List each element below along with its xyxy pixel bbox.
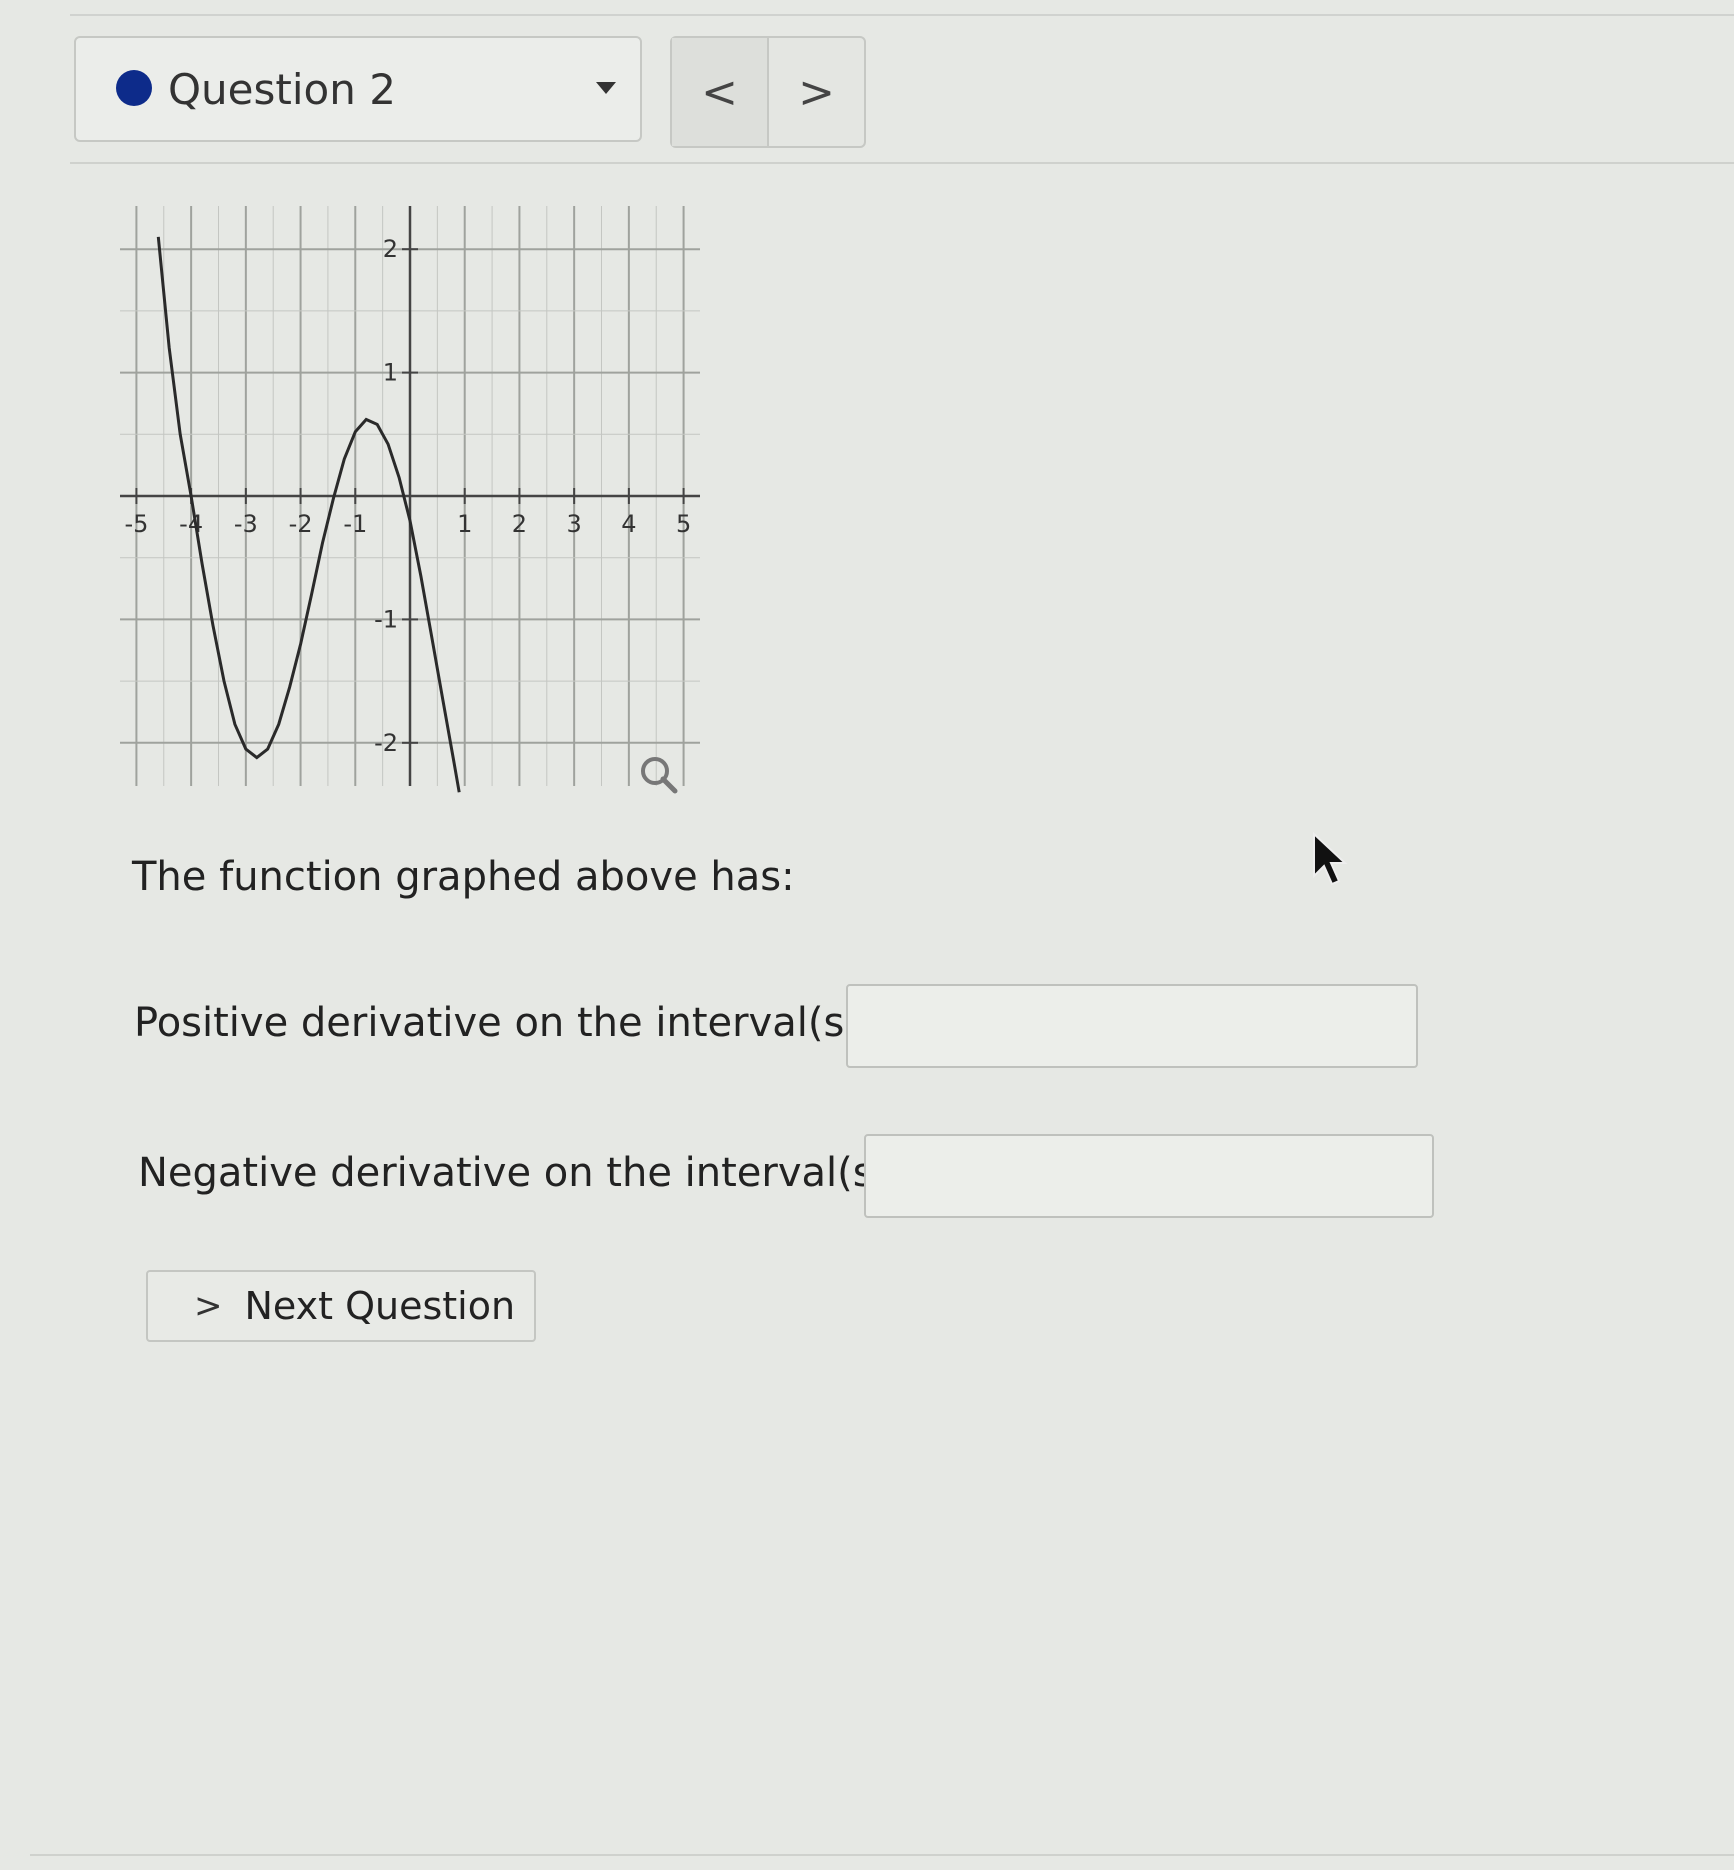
x-tick-label: -2: [289, 510, 313, 538]
function-graph: -5 -4 -3 -2 -1 1 2 3 4 5 2 1 -1 -2: [120, 206, 700, 794]
previous-question-button[interactable]: <: [672, 38, 769, 146]
x-tick-label: 3: [567, 510, 582, 538]
x-tick-label: -3: [234, 510, 258, 538]
y-tick-label: -1: [374, 605, 398, 633]
magnifier-icon[interactable]: [641, 757, 678, 794]
question-selector[interactable]: Question 2: [74, 36, 642, 142]
caret-down-icon: [596, 82, 616, 94]
next-question-label: Next Question: [244, 1284, 516, 1328]
x-tick-label: 4: [621, 510, 636, 538]
next-question-button[interactable]: > Next Question: [146, 1270, 536, 1342]
bottom-divider: [30, 1854, 1734, 1856]
y-tick-label: 1: [383, 359, 398, 387]
chevron-right-icon: >: [194, 1286, 223, 1326]
status-dot-icon: [116, 70, 152, 106]
x-tick-label: -5: [124, 510, 148, 538]
graph-axes: [120, 206, 700, 786]
x-tick-label: 1: [457, 510, 472, 538]
x-tick-label: 2: [512, 510, 527, 538]
positive-derivative-label: Positive derivative on the interval(s): [134, 1000, 860, 1046]
chevron-left-icon: <: [701, 66, 738, 118]
negative-derivative-label: Negative derivative on the interval(s): [138, 1150, 890, 1196]
mouse-pointer-icon: [1313, 832, 1348, 886]
question-prompt: The function graphed above has:: [132, 854, 795, 900]
x-tick-label: 5: [676, 510, 691, 538]
question-nav: < >: [670, 36, 866, 148]
next-arrow-button[interactable]: >: [769, 38, 864, 146]
question-label: Question 2: [168, 65, 396, 114]
chevron-right-icon: >: [798, 66, 835, 118]
x-tick-label: -1: [343, 510, 367, 538]
y-tick-label: -2: [374, 729, 398, 757]
negative-interval-input[interactable]: [864, 1134, 1434, 1218]
x-tick-label: -4: [179, 510, 203, 538]
positive-interval-input[interactable]: [846, 984, 1418, 1068]
top-divider: [70, 14, 1734, 16]
header-divider: [70, 162, 1734, 164]
y-tick-label: 2: [383, 235, 398, 263]
